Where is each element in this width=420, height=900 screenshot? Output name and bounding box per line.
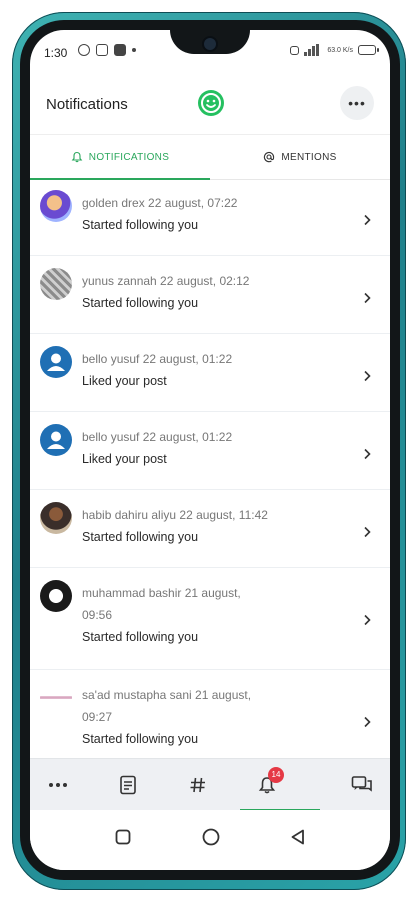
notification-action: Liked your post	[82, 374, 167, 388]
notification-action: Started following you	[82, 732, 199, 746]
notification-meta: golden drex 22 august, 07:22	[82, 196, 238, 210]
notification-action: Started following you	[82, 218, 199, 232]
default-user-icon	[40, 424, 72, 456]
status-time: 1:30	[44, 46, 68, 60]
notification-meta: muhammad bashir 21 august, 09:56	[82, 586, 241, 622]
app-header: Notifications •••	[30, 82, 390, 134]
default-user-icon	[40, 346, 72, 378]
notification-meta: habib dahiru aliyu 22 august, 11:42	[82, 508, 268, 522]
status-app-icons	[78, 44, 136, 56]
alarm-icon	[78, 44, 90, 56]
notification-action: Liked your post	[82, 452, 167, 466]
chevron-right-icon	[364, 448, 371, 460]
status-bar: 1:30 63.0 K/s	[30, 30, 390, 70]
page-title: Notifications	[46, 96, 128, 113]
bottom-tab-bar: 14	[30, 758, 390, 811]
more-icon[interactable]	[46, 773, 70, 797]
notification-list: golden drex 22 august, 07:22 Started fol…	[30, 178, 390, 758]
notification-meta: yunus zannah 22 august, 02:12	[82, 274, 250, 288]
more-notifications-dot-icon	[132, 48, 136, 52]
tab-notifications[interactable]: NOTIFICATIONS	[30, 135, 210, 180]
battery-icon	[358, 45, 379, 55]
tab-bar: NOTIFICATIONS MENTIONS	[30, 134, 390, 180]
screen: 1:30 63.0 K/s Notifications ••• NOTIFICA…	[30, 30, 390, 870]
notification-action: Started following you	[82, 296, 199, 310]
more-horizontal-icon: •••	[348, 95, 366, 111]
list-item[interactable]: yunus zannah 22 august, 02:12 Started fo…	[30, 256, 390, 334]
bell-icon	[71, 151, 83, 163]
avatar	[40, 502, 72, 534]
chevron-right-icon	[364, 526, 371, 538]
instagram-icon	[96, 44, 108, 56]
signal-icon	[304, 44, 322, 56]
chat-icon[interactable]	[350, 773, 374, 797]
list-item[interactable]: muhammad bashir 21 august, 09:56 Started…	[30, 568, 390, 670]
avatar	[40, 682, 72, 714]
list-item[interactable]: habib dahiru aliyu 22 august, 11:42 Star…	[30, 490, 390, 568]
recents-icon[interactable]	[114, 828, 132, 846]
tab-label: MENTIONS	[281, 151, 337, 163]
hashtag-icon[interactable]	[186, 773, 210, 797]
home-icon[interactable]	[201, 827, 221, 847]
at-sign-icon	[264, 151, 275, 163]
status-indicators: 63.0 K/s	[290, 44, 379, 56]
system-navigation-bar	[30, 810, 390, 870]
list-item[interactable]: sa'ad mustapha sani 21 august, 09:27 Sta…	[30, 670, 390, 758]
list-item[interactable]: golden drex 22 august, 07:22 Started fol…	[30, 178, 390, 256]
notification-meta: bello yusuf 22 august, 01:22	[82, 430, 233, 444]
chevron-right-icon	[364, 214, 371, 226]
avatar	[40, 580, 72, 612]
more-options-button[interactable]: •••	[340, 86, 374, 120]
network-speed: 63.0 K/s	[327, 46, 353, 54]
notification-count-badge: 14	[268, 767, 284, 783]
list-item[interactable]: bello yusuf 22 august, 01:22 Liked your …	[30, 412, 390, 490]
notification-action: Started following you	[82, 530, 199, 544]
youtube-icon	[114, 44, 126, 56]
chevron-right-icon	[364, 614, 371, 626]
document-icon[interactable]	[116, 773, 140, 797]
chevron-right-icon	[364, 370, 371, 382]
back-icon[interactable]	[289, 828, 307, 846]
notification-meta: bello yusuf 22 august, 01:22	[82, 352, 233, 366]
chevron-right-icon	[364, 292, 371, 304]
vibrate-icon	[290, 45, 300, 55]
avatar	[40, 190, 72, 222]
list-item[interactable]: bello yusuf 22 august, 01:22 Liked your …	[30, 334, 390, 412]
smiley-icon[interactable]	[198, 90, 224, 116]
chevron-right-icon	[364, 716, 371, 728]
notification-action: Started following you	[82, 630, 199, 644]
tab-label: NOTIFICATIONS	[88, 151, 170, 163]
notification-meta: sa'ad mustapha sani 21 august, 09:27	[82, 688, 252, 724]
avatar	[40, 268, 72, 300]
tab-mentions[interactable]: MENTIONS	[210, 135, 390, 179]
